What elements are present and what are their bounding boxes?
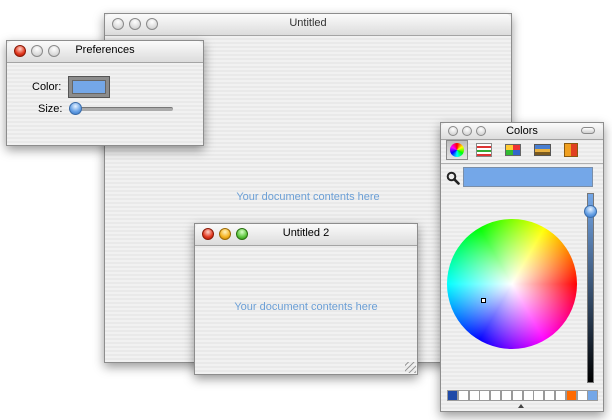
size-slider-knob[interactable] <box>69 102 82 115</box>
color-well-swatch <box>72 80 106 94</box>
color-well[interactable] <box>68 76 110 98</box>
color-swatch[interactable] <box>457 390 469 401</box>
crayons-mode-button[interactable] <box>560 140 582 160</box>
color-swatch[interactable] <box>501 390 512 401</box>
untitled-2-window: Untitled 2 Your document contents here <box>194 223 418 375</box>
color-wheel[interactable] <box>447 219 577 349</box>
color-swatch[interactable] <box>479 390 491 401</box>
color-swatch[interactable] <box>522 390 534 401</box>
untitled-2-title: Untitled 2 <box>282 227 330 239</box>
color-swatch[interactable] <box>447 390 458 401</box>
crayons-icon <box>564 143 578 157</box>
current-color-well[interactable] <box>463 167 593 187</box>
color-swatch[interactable] <box>533 390 545 401</box>
color-swatch[interactable] <box>565 390 577 401</box>
magnifier-icon[interactable] <box>446 171 460 185</box>
color-swatch[interactable] <box>555 390 566 401</box>
resize-grip[interactable] <box>405 362 416 373</box>
color-swatch[interactable] <box>576 390 588 401</box>
colors-panel: Colors <box>440 122 604 412</box>
color-sliders-mode-button[interactable] <box>473 140 495 160</box>
color-swatch[interactable] <box>544 390 556 401</box>
wheel-selection-marker[interactable] <box>481 298 486 303</box>
color-swatch[interactable] <box>490 390 502 401</box>
untitled-title: Untitled <box>289 17 327 29</box>
untitled-titlebar[interactable]: Untitled <box>105 14 511 36</box>
colors-titlebar[interactable]: Colors <box>441 123 603 140</box>
toolbar-toggle-button[interactable] <box>581 127 595 134</box>
color-swatch[interactable] <box>587 390 599 401</box>
size-slider-track <box>69 107 173 111</box>
color-palettes-mode-button[interactable] <box>502 140 524 160</box>
size-label: Size: <box>38 103 63 115</box>
untitled-2-content-placeholder: Your document contents here <box>234 301 378 313</box>
color-label: Color: <box>32 81 62 93</box>
color-sliders-icon <box>476 143 492 157</box>
preferences-titlebar[interactable]: Preferences <box>7 41 203 63</box>
toolbar-divider <box>441 163 603 164</box>
untitled-2-titlebar[interactable]: Untitled 2 <box>195 224 417 246</box>
color-wheel-icon <box>450 143 464 157</box>
brightness-slider-knob[interactable] <box>584 205 597 219</box>
color-swatch[interactable] <box>511 390 523 401</box>
preferences-title: Preferences <box>75 44 135 56</box>
image-palettes-icon <box>533 144 551 156</box>
image-palettes-mode-button[interactable] <box>531 140 553 160</box>
size-slider[interactable] <box>69 101 173 117</box>
brightness-slider[interactable] <box>581 193 599 383</box>
color-swatch[interactable] <box>468 390 480 401</box>
colors-title: Colors <box>506 125 538 137</box>
colors-toolbar <box>446 140 596 162</box>
brightness-slider-track <box>587 193 594 383</box>
swatch-row <box>447 390 599 402</box>
color-wheel-mode-button[interactable] <box>446 140 468 160</box>
color-palettes-icon <box>505 144 521 156</box>
swatch-drawer-handle[interactable] <box>518 404 524 408</box>
preferences-window: Preferences Color: Size: <box>6 40 204 146</box>
